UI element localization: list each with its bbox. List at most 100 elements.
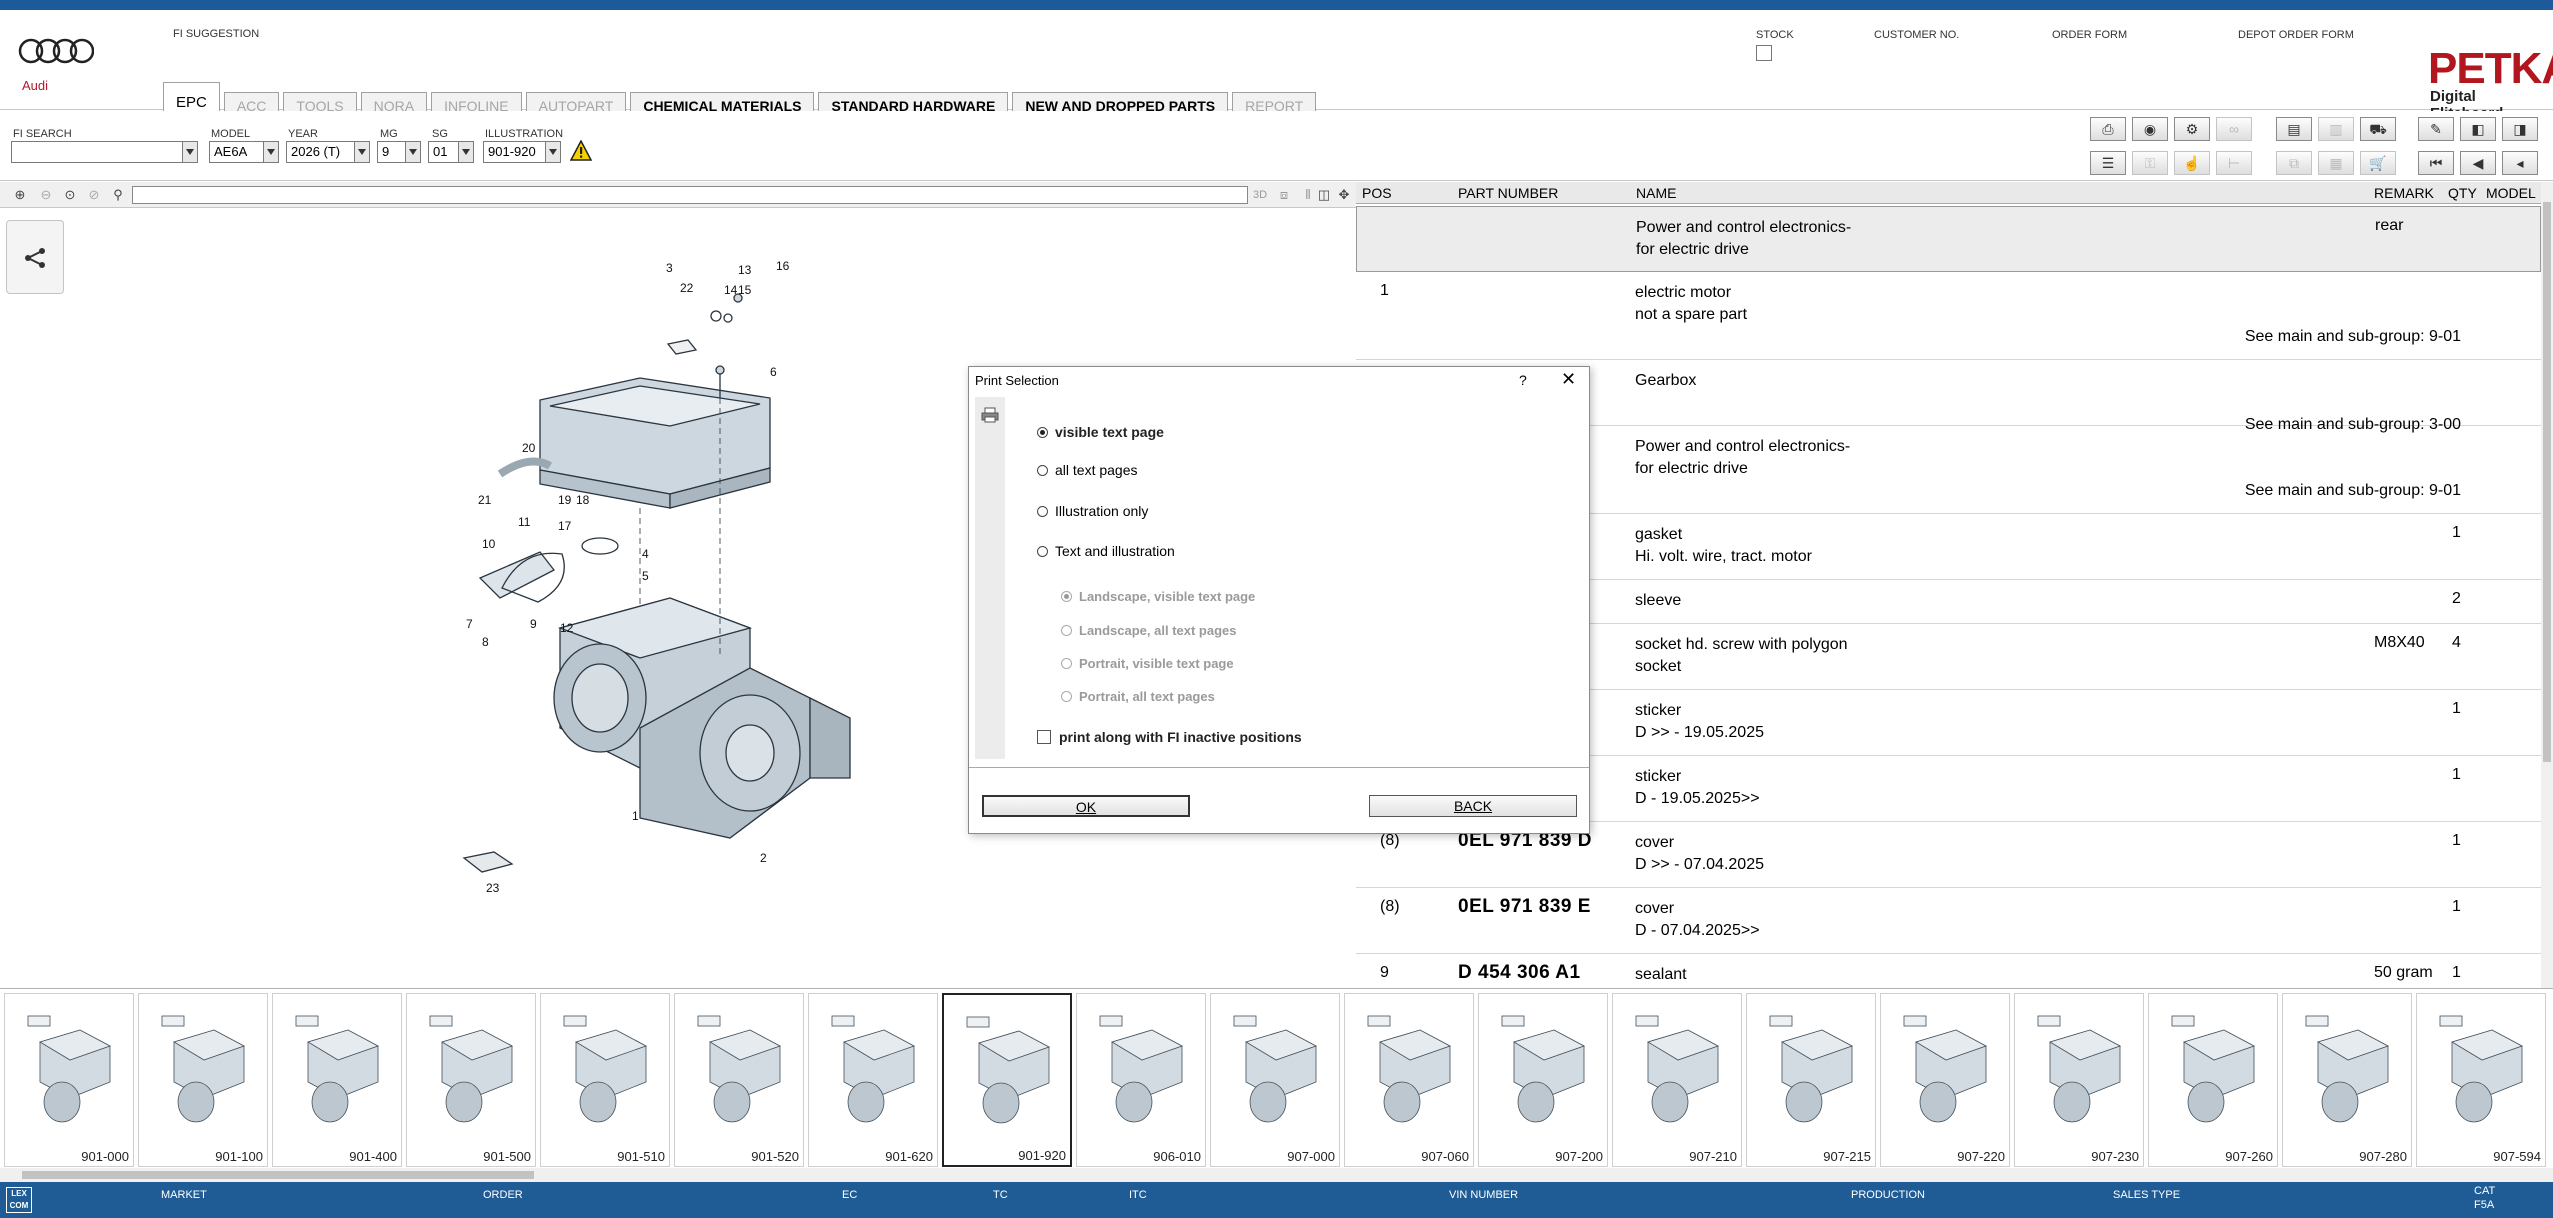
depot-order-form-label[interactable]: DEPOT ORDER FORM	[2238, 29, 2354, 41]
print-icon[interactable]: ⎙	[2090, 117, 2126, 141]
customer-no-label[interactable]: CUSTOMER NO.	[1874, 29, 1959, 41]
zoom-fit-icon[interactable]: ⊙	[60, 185, 80, 205]
close-icon[interactable]: ✕	[1561, 369, 1576, 390]
illustration-thumbnail[interactable]: 907-230	[2014, 993, 2144, 1167]
illustration-thumbnail[interactable]: 907-210	[1612, 993, 1742, 1167]
radio-selected[interactable]	[1061, 591, 1072, 602]
illustration-thumbnail[interactable]: 901-620	[808, 993, 938, 1167]
illustration-thumbnail[interactable]: 907-200	[1478, 993, 1608, 1167]
compare-icon[interactable]: ⧉	[2276, 151, 2312, 175]
illustration-thumbnail[interactable]: 901-920	[942, 993, 1072, 1167]
thumbnail-scrollbar[interactable]	[0, 1168, 2553, 1182]
pin-icon[interactable]: ✎	[2418, 117, 2454, 141]
search-icon[interactable]: ⚲	[108, 185, 128, 205]
header-model[interactable]: MODEL	[2486, 185, 2536, 201]
order-form-label[interactable]: ORDER FORM	[2052, 29, 2127, 41]
zoom-in-icon[interactable]: ⊕	[10, 185, 30, 205]
table-row[interactable]: 9 D 454 306 A1 50 gram 1 sealant	[1356, 954, 2541, 988]
help-icon[interactable]: ?	[1519, 372, 1527, 388]
radio[interactable]	[1037, 505, 1048, 517]
option-visible-text-page[interactable]: visible text page	[1037, 424, 1164, 440]
row-name: electric motor not a spare part	[1635, 282, 1747, 326]
stock-checkbox[interactable]	[1756, 45, 1772, 61]
header-remark[interactable]: REMARK	[2374, 185, 2434, 201]
window-icon[interactable]: ◫	[1314, 185, 1334, 205]
illustration-thumbnail[interactable]: 907-260	[2148, 993, 2278, 1167]
suboption-landscape-visible[interactable]: Landscape, visible text page	[1061, 589, 1255, 604]
back-arrow-icon[interactable]: ◀	[2460, 151, 2496, 175]
illustration-thumbnail[interactable]: 907-060	[1344, 993, 1474, 1167]
radio[interactable]	[1037, 464, 1048, 476]
ok-button[interactable]: OK	[982, 795, 1190, 817]
option-illustration-only[interactable]: Illustration only	[1037, 503, 1148, 519]
zoom-reset-icon[interactable]: ⊘	[84, 185, 104, 205]
prev-arrow-icon[interactable]: ◂	[2502, 151, 2538, 175]
split-view-icon[interactable]: ⧈	[1274, 185, 1294, 205]
mg-select[interactable]: 9	[377, 141, 421, 163]
fi-search-select[interactable]	[11, 141, 198, 163]
glasses-icon[interactable]: ∞	[2216, 117, 2252, 141]
illustration-thumbnail[interactable]: 907-215	[1746, 993, 1876, 1167]
dash-icon[interactable]: ⊢	[2216, 151, 2252, 175]
table-row[interactable]: rear Power and control electronics-for el…	[1356, 206, 2541, 272]
radio[interactable]	[1061, 658, 1072, 669]
warning-icon[interactable]	[570, 140, 592, 162]
disc-icon[interactable]: ◉	[2132, 117, 2168, 141]
illustration-thumbnail[interactable]: 901-510	[540, 993, 670, 1167]
illustration-thumbnail[interactable]: 906-010	[1076, 993, 1206, 1167]
header-part-number[interactable]: PART NUMBER	[1458, 185, 1558, 201]
model-select[interactable]: AE6A	[209, 141, 279, 163]
suboption-portrait-visible[interactable]: Portrait, visible text page	[1061, 656, 1234, 671]
first-page-icon[interactable]: ⏮	[2418, 151, 2454, 175]
view-3d-button[interactable]: 3D	[1250, 185, 1270, 205]
illustration-thumbnail[interactable]: 907-594	[2416, 993, 2546, 1167]
illustration-thumbnail[interactable]: 901-520	[674, 993, 804, 1167]
fi-suggestion-label[interactable]: FI SUGGESTION	[173, 28, 259, 40]
scroll-thumb[interactable]	[2543, 202, 2551, 762]
header-qty[interactable]: QTY	[2448, 185, 2477, 201]
scroll-thumb[interactable]	[22, 1171, 534, 1179]
zoom-out-icon[interactable]: ⊖	[36, 185, 56, 205]
move-icon[interactable]: ✥	[1334, 185, 1354, 205]
radio[interactable]	[1061, 625, 1072, 636]
inactive-positions-checkbox[interactable]	[1037, 730, 1051, 744]
elsa-icon[interactable]: ▤	[2276, 117, 2312, 141]
key-icon[interactable]: ⚿	[2132, 151, 2168, 175]
suboption-portrait-all[interactable]: Portrait, all text pages	[1061, 689, 1215, 704]
illustration-thumbnail[interactable]: 901-100	[138, 993, 268, 1167]
illustration-thumbnail[interactable]: 901-400	[272, 993, 402, 1167]
illustration-thumbnail[interactable]: 901-000	[4, 993, 134, 1167]
clipboard-icon[interactable]: ▦	[2318, 151, 2354, 175]
illustration-search-input[interactable]	[132, 186, 1248, 204]
option-text-and-illustration[interactable]: Text and illustration	[1037, 543, 1175, 559]
option-all-text-pages[interactable]: all text pages	[1037, 462, 1138, 478]
previous-page-icon[interactable]: ◧	[2460, 117, 2496, 141]
radio-selected[interactable]	[1037, 426, 1048, 438]
table-row[interactable]: (8) 0EL 971 839 E 1 cover D - 07.04.2025>>	[1356, 888, 2541, 954]
illustration-select[interactable]: 901-920	[483, 141, 561, 163]
header-pos[interactable]: POS	[1362, 185, 1392, 201]
order-icon[interactable]: ▥	[2318, 117, 2354, 141]
header-name[interactable]: NAME	[1636, 185, 1676, 201]
illustration-thumbnail[interactable]: 907-280	[2282, 993, 2412, 1167]
cart-icon[interactable]: 🛒	[2360, 151, 2396, 175]
radio[interactable]	[1037, 545, 1048, 557]
table-row[interactable]: 1 See main and sub-group: 9-01 electric mo…	[1356, 272, 2541, 360]
radio[interactable]	[1061, 691, 1072, 702]
car-parts-icon[interactable]: ⚙	[2174, 117, 2210, 141]
sg-select[interactable]: 01	[428, 141, 474, 163]
cart-list-icon[interactable]: ⛟	[2360, 117, 2396, 141]
illustration-thumbnail[interactable]: 907-220	[1880, 993, 2010, 1167]
suboption-landscape-all[interactable]: Landscape, all text pages	[1061, 623, 1237, 638]
inactive-positions-option[interactable]: print along with FI inactive positions	[1037, 729, 1302, 745]
hand-icon[interactable]: ☝	[2174, 151, 2210, 175]
table-scrollbar[interactable]	[2541, 182, 2553, 988]
year-select[interactable]: 2026 (T)	[286, 141, 370, 163]
row-name-line: D - 19.05.2025>>	[1635, 790, 1760, 807]
next-page-icon[interactable]: ◨	[2502, 117, 2538, 141]
illustration-thumbnail[interactable]: 907-000	[1210, 993, 1340, 1167]
back-button[interactable]: BACK	[1369, 795, 1577, 817]
illustration-thumbnail[interactable]: 901-500	[406, 993, 536, 1167]
share-button[interactable]	[6, 220, 64, 294]
list-view-icon[interactable]: ☰	[2090, 151, 2126, 175]
